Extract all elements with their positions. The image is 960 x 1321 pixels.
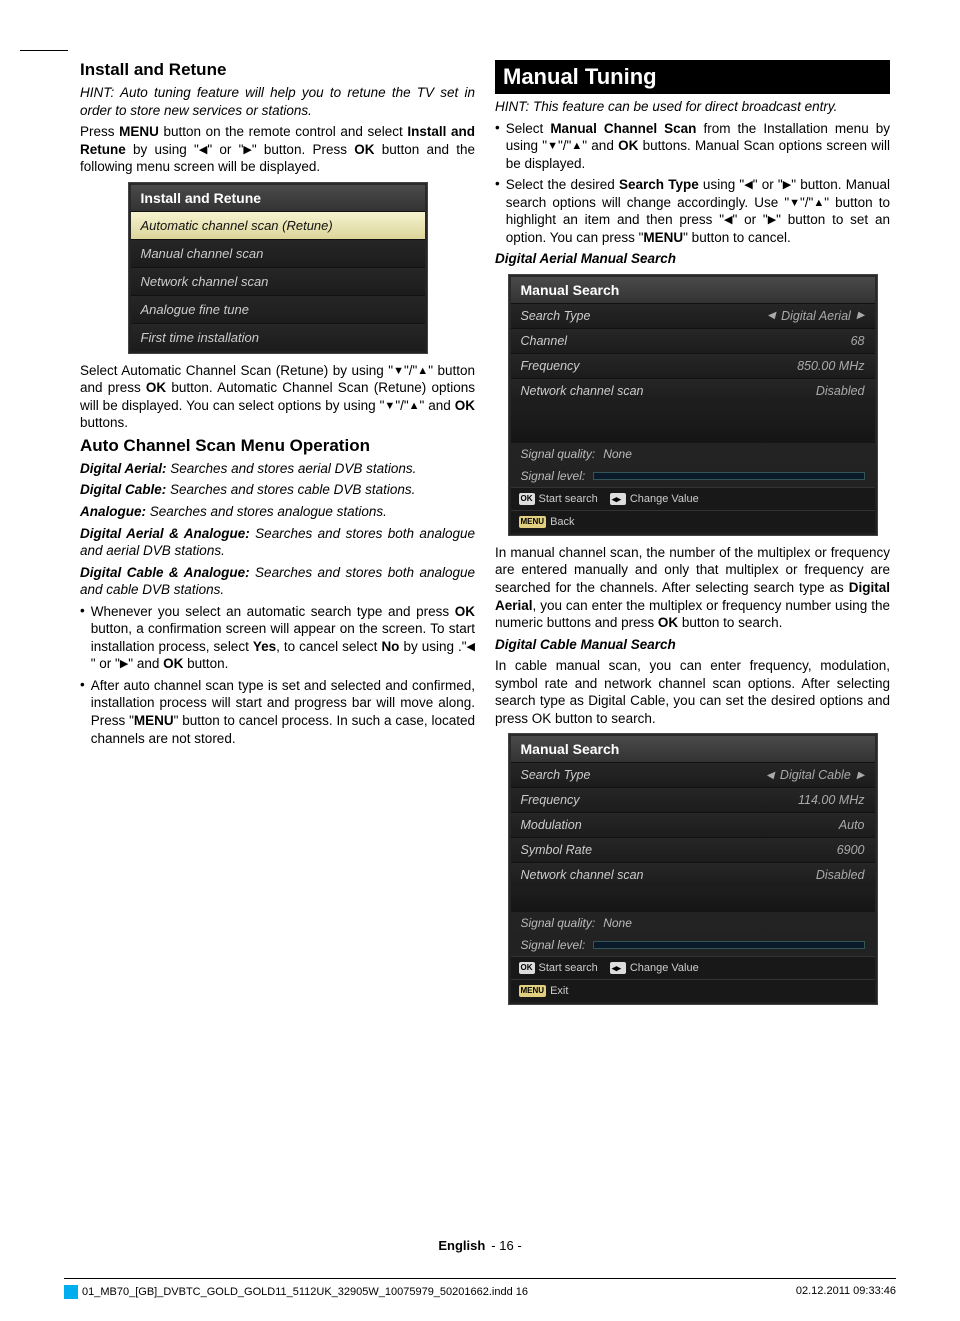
tv-row: Channel68 bbox=[511, 328, 875, 353]
paragraph: In manual channel scan, the number of th… bbox=[495, 544, 890, 632]
section-heading: Auto Channel Scan Menu Operation bbox=[80, 436, 475, 456]
tv-row: Frequency114.00 MHz bbox=[511, 787, 875, 812]
paragraph: Digital Aerial: Searches and stores aeri… bbox=[80, 460, 475, 478]
tv-signal-quality: Signal quality:None bbox=[511, 912, 875, 934]
bullet-item: • After auto channel scan type is set an… bbox=[80, 677, 475, 747]
tv-button-row: MENUBack bbox=[511, 510, 875, 533]
tv-menu-title: Manual Search bbox=[511, 277, 875, 303]
tv-signal-level: Signal level: bbox=[511, 465, 875, 487]
tv-row: Search Type◀Digital Aerial▶ bbox=[511, 303, 875, 328]
meta-file: 01_MB70_[GB]_DVBTC_GOLD_GOLD11_5112UK_32… bbox=[82, 1286, 528, 1298]
tv-signal-level: Signal level: bbox=[511, 934, 875, 956]
print-meta: 01_MB70_[GB]_DVBTC_GOLD_GOLD11_5112UK_32… bbox=[64, 1278, 896, 1299]
tv-button-row: OKStart search ◂▸Change Value bbox=[511, 487, 875, 510]
screenshot-manual-search-aerial: Manual Search Search Type◀Digital Aerial… bbox=[508, 274, 878, 536]
meta-date: 02.12.2011 09:33:46 bbox=[796, 1285, 896, 1299]
section-heading-bar: Manual Tuning bbox=[495, 60, 890, 94]
tv-button-row: MENUExit bbox=[511, 979, 875, 1002]
tv-row: Network channel scanDisabled bbox=[511, 378, 875, 403]
sub-heading: Digital Cable Manual Search bbox=[495, 636, 890, 654]
tv-menu-item: Automatic channel scan (Retune) bbox=[131, 211, 425, 239]
sub-heading: Digital Aerial Manual Search bbox=[495, 250, 890, 268]
paragraph: Analogue: Searches and stores analogue s… bbox=[80, 503, 475, 521]
screenshot-install-retune: Install and Retune Automatic channel sca… bbox=[128, 182, 428, 354]
paragraph: Digital Aerial & Analogue: Searches and … bbox=[80, 525, 475, 560]
hint-text: HINT: Auto tuning feature will help you … bbox=[80, 84, 475, 119]
screenshot-manual-search-cable: Manual Search Search Type◀Digital Cable▶… bbox=[508, 733, 878, 1005]
section-heading: Install and Retune bbox=[80, 60, 475, 80]
tv-menu-item: First time installation bbox=[131, 323, 425, 351]
tv-row: Symbol Rate6900 bbox=[511, 837, 875, 862]
tv-row: Search Type◀Digital Cable▶ bbox=[511, 762, 875, 787]
tv-row: Frequency850.00 MHz bbox=[511, 353, 875, 378]
tv-menu-title: Manual Search bbox=[511, 736, 875, 762]
paragraph: Press MENU button on the remote control … bbox=[80, 123, 475, 176]
tv-row: ModulationAuto bbox=[511, 812, 875, 837]
right-column: Manual Tuning HINT: This feature can be … bbox=[495, 60, 890, 1013]
paragraph: Digital Cable: Searches and stores cable… bbox=[80, 481, 475, 499]
tv-signal-quality: Signal quality:None bbox=[511, 443, 875, 465]
hint-text: HINT: This feature can be used for direc… bbox=[495, 98, 890, 116]
paragraph: Select Automatic Channel Scan (Retune) b… bbox=[80, 362, 475, 432]
print-mark-icon bbox=[64, 1285, 78, 1299]
left-column: Install and Retune HINT: Auto tuning fea… bbox=[80, 60, 475, 1013]
tv-menu-item: Network channel scan bbox=[131, 267, 425, 295]
tv-menu-title: Install and Retune bbox=[131, 185, 425, 211]
tv-row: Network channel scanDisabled bbox=[511, 862, 875, 887]
tv-menu-item: Manual channel scan bbox=[131, 239, 425, 267]
paragraph: Digital Cable & Analogue: Searches and s… bbox=[80, 564, 475, 599]
bullet-item: • Select Manual Channel Scan from the In… bbox=[495, 120, 890, 173]
tv-menu-item: Analogue fine tune bbox=[131, 295, 425, 323]
page-footer: English- 16 - bbox=[0, 1238, 960, 1253]
bullet-item: • Whenever you select an automatic searc… bbox=[80, 603, 475, 673]
tv-button-row: OKStart search ◂▸Change Value bbox=[511, 956, 875, 979]
paragraph: In cable manual scan, you can enter freq… bbox=[495, 657, 890, 727]
crop-mark bbox=[20, 50, 68, 51]
bullet-item: • Select the desired Search Type using "… bbox=[495, 176, 890, 246]
